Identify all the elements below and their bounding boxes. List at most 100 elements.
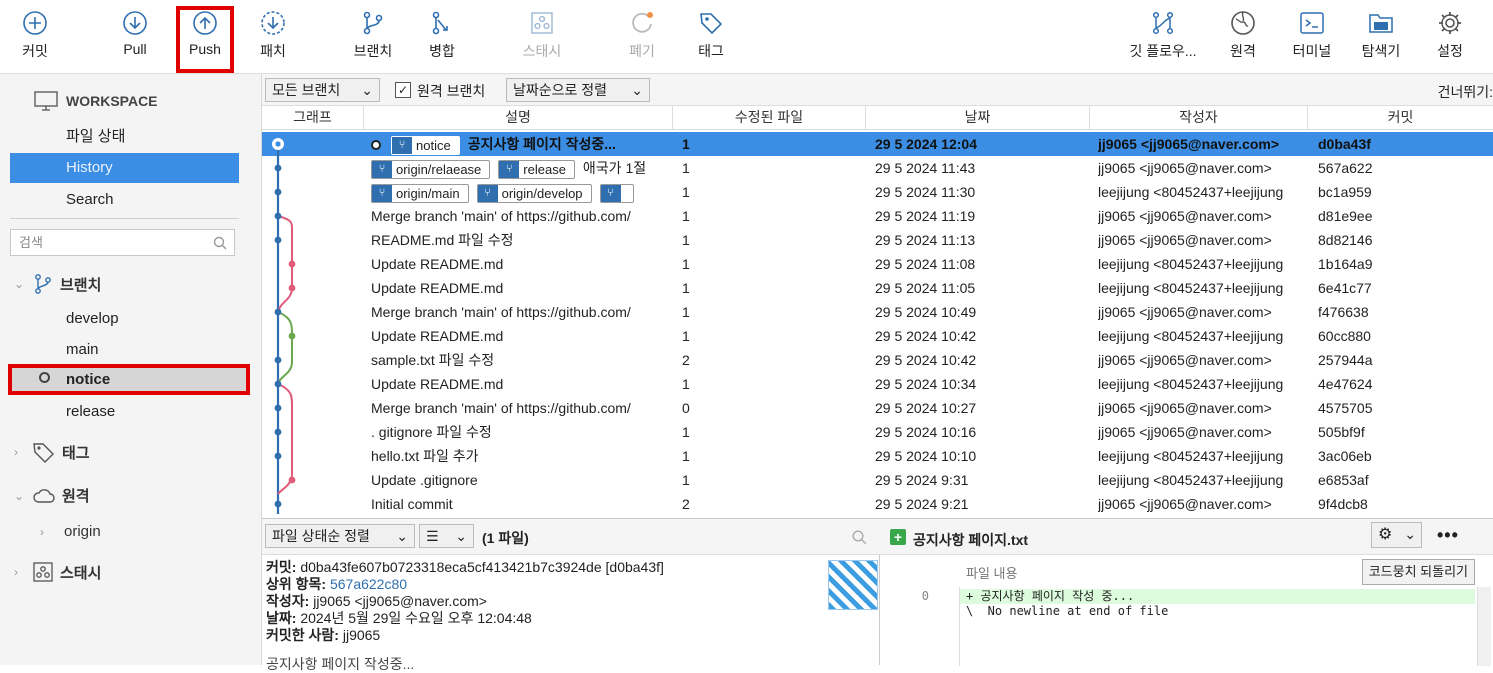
gitflow-label: 깃 플로우... — [1129, 43, 1197, 59]
commit-date: 29 5 2024 10:27 — [875, 400, 977, 416]
branch-button[interactable]: 브랜치 — [333, 8, 413, 61]
column-header-commit[interactable]: 커밋 — [1308, 106, 1493, 130]
view-mode-dropdown[interactable]: ☰ ⌄ — [419, 524, 474, 548]
branch-icon — [363, 11, 383, 35]
column-header-files[interactable]: 수정된 파일 — [673, 106, 866, 130]
commit-row[interactable]: Merge branch 'main' of https://github.co… — [262, 300, 1493, 324]
commit-date: 29 5 2024 9:21 — [875, 496, 969, 512]
stash-button[interactable]: 스태시 — [502, 8, 582, 61]
commit-author: leejijung <80452437+leejijung — [1098, 472, 1284, 488]
column-header-date[interactable]: 날짜 — [866, 106, 1090, 130]
commit-message: README.md 파일 수정 — [371, 232, 514, 248]
tag-button[interactable]: 태그 — [671, 8, 751, 61]
commit-row[interactable]: README.md 파일 수정 1 29 5 2024 11:13 jj9065 <j… — [262, 228, 1493, 252]
commit-files: 1 — [682, 160, 690, 176]
pull-button[interactable]: Pull — [95, 8, 175, 57]
commit-hash: f476638 — [1318, 304, 1369, 320]
commit-row[interactable]: Update README.md 1 29 5 2024 10:42 leejijun… — [262, 324, 1493, 348]
chevron-down-icon: ⌄ — [14, 277, 25, 291]
branch-icon: ⑂ — [372, 184, 392, 202]
branch-label-text: release — [523, 161, 566, 177]
column-header-graph[interactable]: 그래프 — [262, 106, 364, 130]
tag-label: 태그 — [698, 43, 724, 59]
branch-label-release[interactable]: ⑂ release — [498, 159, 575, 179]
author-avatar — [828, 560, 878, 610]
commit-row[interactable]: sample.txt 파일 수정 2 29 5 2024 10:42 jj9065 <… — [262, 348, 1493, 372]
sidebar-branch-notice: notice — [66, 371, 111, 388]
commit-row[interactable]: hello.txt 파일 추가 1 29 5 2024 10:10 leejijung… — [262, 444, 1493, 468]
revert-hunk-button[interactable]: 코드뭉치 되돌리기 — [1361, 559, 1475, 585]
commit-row[interactable]: ⑂ notice 공지사항 페이지 작성중... 1 29 5 2024 12:04… — [262, 132, 1493, 156]
commit-message: Initial commit — [371, 496, 453, 512]
commit-description: ⑂ notice 공지사항 페이지 작성중... — [371, 132, 667, 156]
commit-author: leejijung <80452437+leejijung — [1098, 256, 1284, 272]
globe-icon — [1231, 11, 1255, 35]
branch-label-origin-develop[interactable]: ⑂ origin/develop — [476, 183, 592, 203]
branch-label-more[interactable]: ⑂ — [599, 183, 634, 203]
commit-message: Merge branch 'main' of https://github.co… — [371, 304, 631, 320]
commit-row[interactable]: . gitignore 파일 수정 1 29 5 2024 10:16 jj9065 … — [262, 420, 1493, 444]
column-header-description[interactable]: 설명 — [364, 106, 673, 130]
commit-row[interactable]: Initial commit 2 29 5 2024 9:21 jj9065 <jj9… — [262, 492, 1493, 516]
sidebar-branch-release[interactable]: release — [66, 403, 115, 420]
explorer-button[interactable]: 탐색기 — [1341, 8, 1421, 61]
remotes-section-header[interactable]: ⌄ 원격 — [14, 485, 90, 506]
commit-date: 29 5 2024 11:43 — [875, 160, 976, 176]
commit-row[interactable]: ⑂ origin/relaease ⑂ release 애국가 1절 1 29 5 20… — [262, 156, 1493, 180]
settings-button[interactable]: 설정 — [1410, 8, 1490, 61]
terminal-button[interactable]: 터미널 — [1272, 8, 1352, 61]
branches-section-header[interactable]: ⌄ 브랜치 — [14, 273, 101, 295]
commit-files: 0 — [682, 400, 690, 416]
commit-row[interactable]: Update README.md 1 29 5 2024 11:05 leejijun… — [262, 276, 1493, 300]
history-filter-bar: 모든 브랜치 ⌄ ✓ 원격 브랜치 날짜순으로 정렬 ⌄ 건너뛰기: — [262, 74, 1493, 106]
sidebar-search-input[interactable]: 검색 — [10, 229, 235, 256]
commit-hash: 567a622 — [1318, 160, 1373, 176]
added-file-icon: + — [890, 529, 906, 545]
workspace-title: WORKSPACE — [66, 93, 158, 109]
commit-row[interactable]: Update README.md 1 29 5 2024 11:08 leejijun… — [262, 252, 1493, 276]
commit-button[interactable]: 커밋 — [0, 8, 75, 61]
search-icon[interactable] — [852, 530, 867, 545]
commit-date: 29 5 2024 11:30 — [875, 184, 976, 200]
branch-label-origin-main[interactable]: ⑂ origin/main — [371, 183, 469, 203]
sidebar-item-file-status[interactable]: 파일 상태 — [10, 122, 239, 152]
diff-pane: + 공지사항 페이지.txt ⚙ ⌄ ••• 파일 내용 코드뭉치 되돌리기 0… — [880, 518, 1493, 666]
sidebar-branch-main[interactable]: main — [66, 341, 99, 358]
commit-row[interactable]: Merge branch 'main' of https://github.co… — [262, 204, 1493, 228]
more-options-icon[interactable]: ••• — [1437, 525, 1459, 546]
commit-date: 29 5 2024 11:19 — [875, 208, 976, 224]
diff-scrollbar[interactable] — [1477, 587, 1491, 666]
commit-files: 2 — [682, 352, 690, 368]
current-branch-highlight[interactable]: notice — [8, 364, 250, 395]
parent-link[interactable]: 567a622c80 — [330, 576, 407, 592]
settings-label: 설정 — [1437, 43, 1463, 59]
tags-section-header[interactable]: › 태그 — [14, 441, 90, 463]
diff-options-dropdown[interactable]: ⚙ ⌄ — [1371, 522, 1422, 548]
column-header-author[interactable]: 작성자 — [1090, 106, 1308, 130]
sidebar-item-search[interactable]: Search — [10, 185, 239, 215]
branch-label-text: origin/develop — [501, 185, 583, 201]
sidebar-item-history[interactable]: History — [10, 153, 239, 183]
branch-label-notice[interactable]: ⑂ notice — [391, 135, 460, 155]
remote-branches-checkbox[interactable]: ✓ — [395, 82, 411, 98]
commit-row[interactable]: ⑂ origin/main ⑂ origin/develop ⑂ 1 29 5 2024… — [262, 180, 1493, 204]
branch-filter-dropdown[interactable]: 모든 브랜치 ⌄ — [265, 78, 380, 102]
commit-row[interactable]: Update README.md 1 29 5 2024 10:34 leejijun… — [262, 372, 1493, 396]
file-sort-dropdown[interactable]: 파일 상태순 정렬 ⌄ — [265, 524, 415, 548]
branch-label-origin-relaease[interactable]: ⑂ origin/relaease — [371, 159, 491, 179]
remote-button[interactable]: 원격 — [1203, 8, 1283, 61]
stash-icon — [531, 12, 553, 34]
commit-row[interactable]: Merge branch 'main' of https://github.co… — [262, 396, 1493, 420]
sidebar-branch-develop[interactable]: develop — [66, 310, 119, 327]
patch-button[interactable]: 패치 — [233, 8, 313, 61]
stash-section-header[interactable]: › 스태시 — [14, 561, 101, 583]
remote-origin-item[interactable]: › origin — [40, 523, 101, 540]
merge-button[interactable]: 병합 — [402, 8, 482, 61]
discard-button[interactable]: 폐기 — [602, 8, 682, 61]
sort-order-dropdown[interactable]: 날짜순으로 정렬 ⌄ — [506, 78, 650, 102]
gitflow-button[interactable]: 깃 플로우... — [1119, 8, 1207, 61]
commit-row[interactable]: Update .gitignore 1 29 5 2024 9:31 leejijun… — [262, 468, 1493, 492]
commit-message: Merge branch 'main' of https://github.co… — [371, 400, 631, 416]
commit-files: 1 — [682, 448, 690, 464]
branch-icon: ⑂ — [499, 160, 520, 178]
